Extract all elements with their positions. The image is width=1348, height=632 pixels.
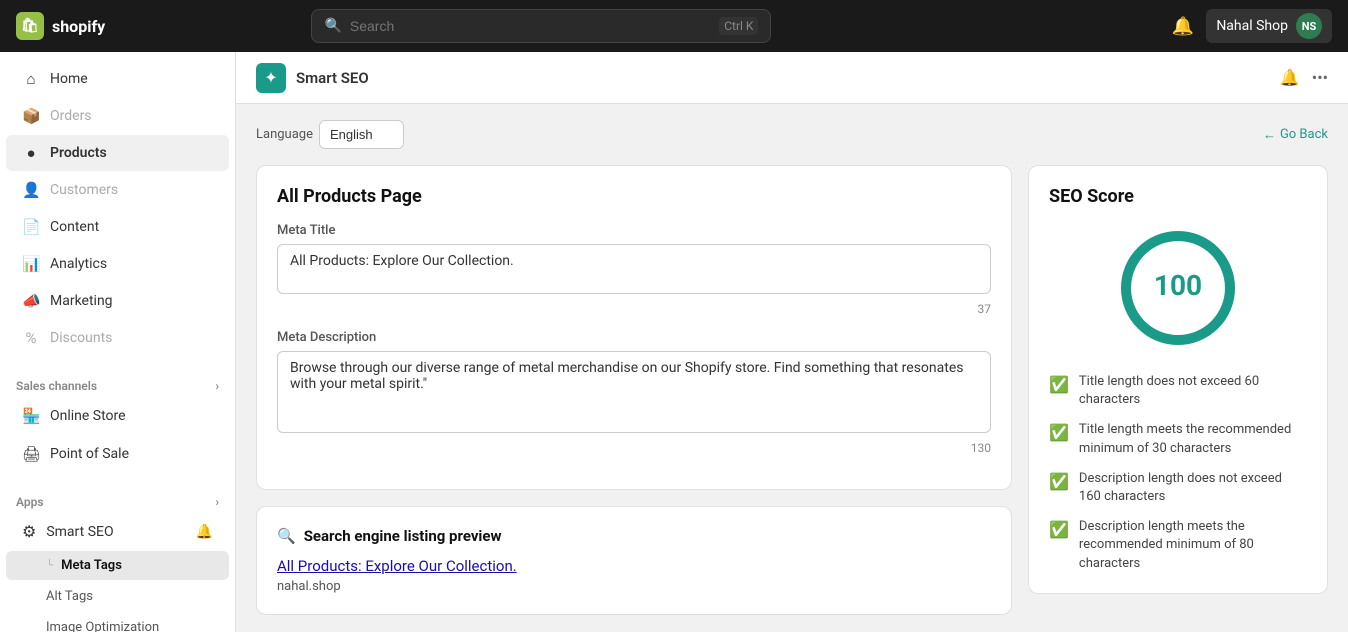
customers-icon: 👤 [22, 181, 40, 199]
check-icon-1: ✅ [1049, 374, 1069, 396]
sidebar-sub-item-image-optimization[interactable]: Image Optimization [6, 613, 229, 632]
sidebar-item-orders: 📦 Orders [6, 98, 229, 134]
sidebar-item-products[interactable]: ● Products [6, 135, 229, 171]
top-navigation: 🛍 shopify 🔍 Ctrl K 🔔 Nahal Shop NS [0, 0, 1348, 52]
seo-check-4: ✅ Description length meets the recommend… [1049, 518, 1307, 573]
seo-check-3: ✅ Description length does not exceed 160… [1049, 470, 1307, 506]
go-back-button[interactable]: ← Go Back [1263, 127, 1328, 143]
svg-text:100: 100 [1154, 269, 1202, 302]
online-store-icon: 🏪 [22, 407, 40, 425]
check-icon-3: ✅ [1049, 471, 1069, 493]
search-input[interactable] [350, 18, 711, 34]
seo-score-card: SEO Score 100 ✅ Title length does [1028, 165, 1328, 594]
app-header: ✦ Smart SEO 🔔 ••• [236, 52, 1348, 104]
meta-title-label: Meta Title [277, 223, 991, 238]
search-preview-url: nahal.shop [277, 579, 991, 594]
sidebar-item-smart-seo[interactable]: ⚙ Smart SEO 🔔 [6, 514, 229, 549]
content-area: Language English ← Go Back All Products … [236, 104, 1348, 632]
smart-seo-icon: ⚙ [22, 522, 36, 541]
score-circle-svg: 100 [1113, 223, 1243, 353]
apps-expand-icon[interactable]: › [215, 495, 219, 509]
search-preview-link[interactable]: All Products: Explore Our Collection. [277, 557, 991, 575]
search-bar[interactable]: 🔍 Ctrl K [311, 9, 771, 43]
sidebar-item-pos[interactable]: 🖨 Point of Sale [6, 436, 229, 472]
apps-label: Apps › [0, 485, 235, 513]
card-title: All Products Page [277, 186, 991, 207]
seo-check-2: ✅ Title length meets the recommended min… [1049, 421, 1307, 457]
sidebar-item-online-store[interactable]: 🏪 Online Store [6, 398, 229, 434]
discounts-icon: % [22, 329, 40, 347]
all-products-card: All Products Page Meta Title All Product… [256, 165, 1012, 490]
check-icon-4: ✅ [1049, 519, 1069, 541]
app-header-left: ✦ Smart SEO [256, 63, 369, 93]
content-icon: 📄 [22, 218, 40, 236]
sales-channels-expand-icon[interactable]: › [215, 379, 219, 393]
search-preview-header: 🔍 Search engine listing preview [277, 527, 991, 545]
sidebar-item-home[interactable]: ⌂ Home [6, 61, 229, 97]
notification-icon[interactable]: 🔔 [1172, 16, 1194, 37]
sales-channels-label: Sales channels › [0, 369, 235, 397]
language-bar: Language English ← Go Back [256, 120, 1328, 149]
sidebar-item-marketing[interactable]: 📣 Marketing [6, 283, 229, 319]
meta-description-label: Meta Description [277, 330, 991, 345]
meta-title-char-count: 37 [277, 302, 991, 316]
two-column-layout: All Products Page Meta Title All Product… [256, 165, 1328, 616]
sidebar-sub-item-alt-tags[interactable]: Alt Tags [6, 582, 229, 611]
sidebar-item-discounts: % Discounts [6, 320, 229, 356]
orders-icon: 📦 [22, 107, 40, 125]
marketing-icon: 📣 [22, 292, 40, 310]
search-preview-title: Search engine listing preview [304, 527, 502, 545]
products-icon: ● [22, 144, 40, 162]
seo-score-title: SEO Score [1049, 186, 1307, 207]
seo-checks-list: ✅ Title length does not exceed 60 charac… [1049, 373, 1307, 573]
language-label: Language [256, 127, 313, 142]
seo-score-panel: SEO Score 100 ✅ Title length does [1028, 165, 1328, 616]
meta-description-input[interactable]: Browse through our diverse range of meta… [277, 351, 991, 433]
app-bell-icon[interactable]: 🔔 [1280, 68, 1300, 87]
app-more-icon[interactable]: ••• [1312, 68, 1328, 87]
search-preview-icon: 🔍 [277, 527, 296, 545]
pos-icon: 🖨 [22, 445, 40, 463]
smart-seo-bell-icon[interactable]: 🔔 [196, 524, 213, 540]
go-back-arrow-icon: ← [1263, 127, 1276, 143]
topnav-right: 🔔 Nahal Shop NS [1172, 9, 1332, 43]
sidebar-item-content[interactable]: 📄 Content [6, 209, 229, 245]
home-icon: ⌂ [22, 70, 40, 88]
meta-title-group: Meta Title All Products: Explore Our Col… [277, 223, 991, 316]
shopify-wordmark: shopify [52, 17, 105, 36]
app-header-right: 🔔 ••• [1280, 68, 1328, 87]
main-panel: All Products Page Meta Title All Product… [256, 165, 1012, 616]
user-menu-button[interactable]: Nahal Shop NS [1206, 9, 1332, 43]
search-shortcut: Ctrl K [719, 17, 758, 35]
language-select[interactable]: English [319, 120, 404, 149]
check-icon-2: ✅ [1049, 422, 1069, 444]
score-circle-wrapper: 100 [1049, 223, 1307, 353]
meta-tags-dot: └ [46, 560, 53, 571]
user-name: Nahal Shop [1216, 18, 1288, 34]
main-content: ✦ Smart SEO 🔔 ••• Language English [236, 52, 1348, 632]
search-preview-card: 🔍 Search engine listing preview All Prod… [256, 506, 1012, 615]
app-title: Smart SEO [296, 69, 369, 87]
shopify-bag-icon: 🛍 [16, 12, 44, 40]
analytics-icon: 📊 [22, 255, 40, 273]
shopify-logo: 🛍 shopify [16, 12, 105, 40]
sidebar-sub-item-meta-tags[interactable]: └ Meta Tags [6, 551, 229, 580]
smart-seo-app-icon: ✦ [256, 63, 286, 93]
meta-title-input[interactable]: All Products: Explore Our Collection. [277, 244, 991, 294]
sidebar-item-customers: 👤 Customers [6, 172, 229, 208]
meta-description-char-count: 130 [277, 441, 991, 455]
sidebar-item-analytics[interactable]: 📊 Analytics [6, 246, 229, 282]
language-selector-wrapper: Language English [256, 120, 404, 149]
meta-description-group: Meta Description Browse through our dive… [277, 330, 991, 455]
sidebar: ⌂ Home 📦 Orders ● Products 👤 Customers 📄… [0, 52, 236, 632]
seo-check-1: ✅ Title length does not exceed 60 charac… [1049, 373, 1307, 409]
search-icon: 🔍 [324, 18, 341, 34]
user-avatar: NS [1296, 13, 1322, 39]
